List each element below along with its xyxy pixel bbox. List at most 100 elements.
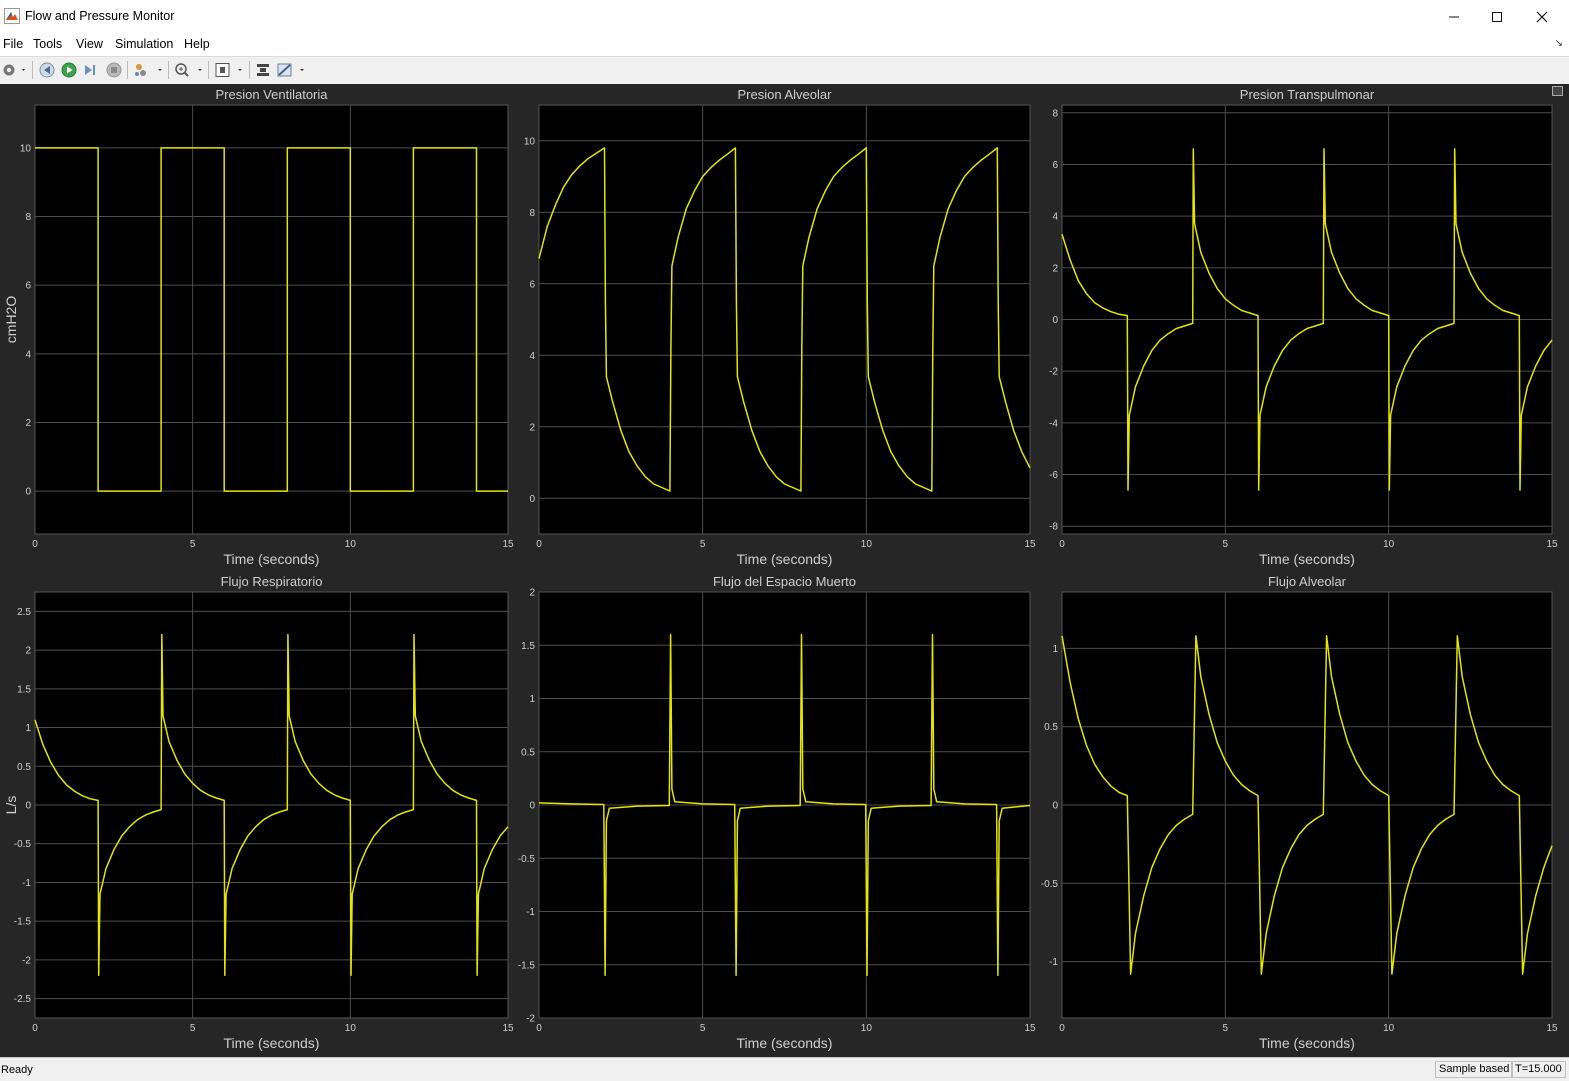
highlight-button[interactable] bbox=[133, 61, 165, 79]
y-tick-label: 0.5 bbox=[17, 762, 31, 773]
step-forward-icon bbox=[85, 65, 95, 75]
chart-4: 0 5 10 15 -2.5 -2 -1.5 -1 -0.5 0 0.5 1 1.5 2 2.5 Flujo … bbox=[3, 574, 514, 1051]
chart-1: 0 5 10 15 0 2 4 6 8 10 Presion Ventilatoria Time (s… bbox=[3, 87, 514, 567]
step-back-button[interactable] bbox=[38, 61, 56, 79]
y-tick-label: 1.5 bbox=[521, 641, 535, 652]
settings-button[interactable] bbox=[2, 61, 28, 79]
step-forward-button[interactable] bbox=[82, 61, 100, 79]
zoom-icon bbox=[175, 63, 202, 77]
y-tick-label: -1 bbox=[526, 907, 535, 918]
x-axis-label: Time (seconds) bbox=[1259, 551, 1355, 567]
style-button[interactable] bbox=[276, 61, 308, 79]
x-tick-label: 15 bbox=[1024, 539, 1036, 550]
toolbar bbox=[0, 56, 1569, 85]
matlab-logo-icon bbox=[4, 8, 20, 24]
x-tick-label: 5 bbox=[190, 539, 196, 550]
style-icon bbox=[277, 63, 304, 77]
run-icon bbox=[61, 62, 77, 78]
y-tick-label: 4 bbox=[529, 351, 535, 362]
chart-2: 0 5 10 15 0 2 4 6 8 10 Presion Alveolar Time (secon… bbox=[524, 87, 1036, 567]
menu-help[interactable]: Help bbox=[184, 37, 210, 51]
chart-3: 0 5 10 15 -8 -6 -4 -2 0 2 4 6 8 Presion Transpulmonar… bbox=[1049, 87, 1558, 567]
chart-title: Flujo del Espacio Muerto bbox=[713, 574, 856, 589]
y-tick-label: -1.5 bbox=[518, 960, 536, 971]
chart-title: Flujo Alveolar bbox=[1268, 574, 1347, 589]
x-tick-label: 15 bbox=[1546, 1023, 1558, 1034]
simulation-time: T=15.000 bbox=[1511, 1061, 1566, 1078]
y-tick-label: 0.5 bbox=[521, 747, 535, 758]
x-tick-label: 15 bbox=[1024, 1023, 1036, 1034]
run-button[interactable] bbox=[60, 61, 78, 79]
y-tick-label: -0.5 bbox=[518, 854, 536, 865]
undock-icon[interactable]: ↘ bbox=[1555, 38, 1563, 49]
x-tick-label: 10 bbox=[861, 1023, 873, 1034]
autoscale-button[interactable] bbox=[254, 61, 272, 79]
y-tick-label: 8 bbox=[25, 212, 31, 223]
chart-6: 0 5 10 15 -1 -0.5 0 0.5 1 Flujo Alveolar Time (sec… bbox=[1041, 574, 1558, 1051]
settings-icon bbox=[3, 64, 25, 76]
y-tick-label: 0 bbox=[1052, 315, 1058, 326]
y-tick-label: 10 bbox=[524, 136, 536, 147]
y-tick-label: 1 bbox=[1052, 644, 1058, 655]
zoom-button[interactable] bbox=[174, 61, 206, 79]
x-tick-label: 5 bbox=[1223, 539, 1229, 550]
minimize-icon bbox=[1449, 16, 1459, 17]
y-tick-label: -0.5 bbox=[14, 839, 32, 850]
x-tick-label: 5 bbox=[1223, 1023, 1229, 1034]
menu-view[interactable]: View bbox=[76, 37, 103, 51]
y-tick-label: 8 bbox=[1052, 108, 1058, 119]
x-axis-label: Time (seconds) bbox=[1259, 1035, 1355, 1051]
plot-area: 0 5 10 15 0 2 4 6 8 10 Presion Ventilatoria Time (s… bbox=[0, 84, 1569, 1057]
x-axis-label: Time (seconds) bbox=[737, 1035, 833, 1051]
x-tick-label: 10 bbox=[1383, 1023, 1395, 1034]
expand-icon[interactable] bbox=[1552, 86, 1563, 96]
y-tick-label: 0 bbox=[529, 494, 535, 505]
fit-view-icon bbox=[215, 63, 242, 77]
close-button[interactable] bbox=[1519, 0, 1565, 33]
menu-file[interactable]: File bbox=[3, 37, 23, 51]
axes-background bbox=[34, 104, 509, 535]
minimize-button[interactable] bbox=[1431, 0, 1477, 33]
title-bar: Flow and Pressure Monitor bbox=[0, 0, 1569, 33]
menu-bar: File Tools View Simulation Help ↘ bbox=[0, 33, 1569, 55]
chart-title: Flujo Respiratorio bbox=[221, 574, 323, 589]
y-tick-label: 8 bbox=[529, 208, 535, 219]
scope-plots: 0 5 10 150246810Presion VentilatoriaTime (s… bbox=[3, 87, 1558, 1051]
chart-5: 0 5 10 15 -2 -1.5 -1 -0.5 0 0.5 1 1.5 2 Flujo del Esp… bbox=[518, 574, 1036, 1051]
sample-mode: Sample based bbox=[1435, 1061, 1514, 1078]
x-tick-label: 0 bbox=[1059, 1023, 1065, 1034]
y-tick-label: -6 bbox=[1049, 470, 1058, 481]
x-axis-label: Time (seconds) bbox=[224, 1035, 320, 1051]
y-tick-label: 1 bbox=[25, 723, 31, 734]
close-icon bbox=[1536, 11, 1548, 22]
x-tick-label: 0 bbox=[32, 539, 38, 550]
chart-title: Presion Transpulmonar bbox=[1240, 87, 1375, 102]
y-tick-label: 2 bbox=[1052, 263, 1058, 274]
y-tick-label: 6 bbox=[529, 279, 535, 290]
step-back-icon bbox=[39, 62, 55, 78]
x-tick-label: 0 bbox=[32, 1023, 38, 1034]
y-tick-label: 2 bbox=[529, 422, 535, 433]
stop-button[interactable] bbox=[105, 61, 123, 79]
x-tick-label: 5 bbox=[700, 539, 706, 550]
y-tick-label: -2 bbox=[526, 1014, 535, 1025]
y-tick-label: 0 bbox=[1052, 801, 1058, 812]
y-tick-label: 4 bbox=[25, 349, 31, 360]
y-tick-label: 0 bbox=[25, 487, 31, 498]
y-tick-label: -8 bbox=[1049, 522, 1058, 533]
stop-icon bbox=[106, 62, 122, 78]
y-tick-label: 4 bbox=[1052, 212, 1058, 223]
status-text: Ready bbox=[1, 1064, 33, 1076]
y-tick-label: 6 bbox=[1052, 160, 1058, 171]
menu-tools[interactable]: Tools bbox=[33, 37, 62, 51]
highlight-icon bbox=[135, 64, 162, 76]
y-tick-label: 2.5 bbox=[17, 607, 31, 618]
fit-view-button[interactable] bbox=[214, 61, 246, 79]
y-tick-label: -0.5 bbox=[1041, 879, 1059, 890]
maximize-button[interactable] bbox=[1474, 0, 1520, 33]
x-tick-label: 15 bbox=[502, 539, 514, 550]
menu-simulation[interactable]: Simulation bbox=[115, 37, 173, 51]
x-tick-label: 15 bbox=[502, 1023, 514, 1034]
status-bar: Ready Sample based T=15.000 bbox=[0, 1057, 1569, 1081]
x-tick-label: 10 bbox=[345, 1023, 357, 1034]
